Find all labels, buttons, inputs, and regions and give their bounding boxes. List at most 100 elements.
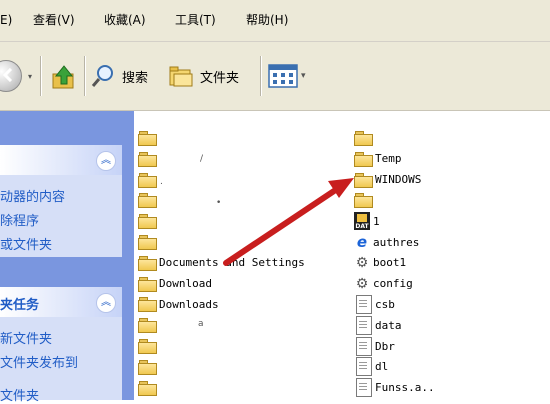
file-item[interactable]: [354, 129, 375, 147]
file-tasks-panel: 夹任务 ︽ 新文件夹 文件夹发布到 文件夹: [0, 287, 122, 404]
back-button[interactable]: [0, 60, 22, 92]
folder-icon: [354, 172, 373, 188]
file-item[interactable]: Dbr: [354, 336, 395, 356]
file-item[interactable]: [138, 337, 159, 355]
folder-icon: [138, 255, 157, 271]
file-item[interactable]: Documents and Settings: [138, 254, 305, 272]
panel-header: ︽: [0, 145, 122, 175]
file-item[interactable]: data: [354, 315, 402, 335]
settings-file-icon: ⚙: [355, 275, 369, 292]
image-artifact: /: [200, 154, 204, 164]
file-item[interactable]: [138, 150, 159, 168]
file-item[interactable]: [138, 358, 159, 376]
views-icon: [268, 64, 298, 88]
folder-icon: [138, 131, 157, 146]
file-item[interactable]: [138, 233, 159, 251]
panel-title: 夹任务: [0, 298, 40, 313]
up-folder-button[interactable]: [50, 64, 78, 92]
file-item[interactable]: ⚙ boot1: [354, 254, 406, 272]
file-item[interactable]: Funss.a..: [354, 378, 435, 398]
file-item[interactable]: DAT 1: [354, 212, 380, 231]
menu-edit[interactable]: E): [0, 0, 12, 41]
folder-icon: [138, 276, 157, 292]
file-name: Download: [159, 277, 212, 291]
task-link-drive-contents[interactable]: 动器的内容: [0, 186, 65, 205]
collapse-chevron-icon[interactable]: ︽: [96, 151, 116, 171]
file-name: Temp: [375, 152, 402, 166]
file-name: authres: [373, 235, 420, 249]
task-link-share-folder[interactable]: 文件夹: [0, 385, 39, 404]
file-item[interactable]: ⚙ config: [354, 275, 413, 293]
back-dropdown-icon[interactable]: ▾: [28, 72, 32, 81]
file-item[interactable]: Temp: [354, 150, 402, 168]
ie-icon: e: [356, 233, 368, 251]
file-item[interactable]: [138, 212, 159, 230]
file-name: Dbr: [375, 339, 395, 353]
file-item[interactable]: WINDOWS: [354, 171, 421, 189]
file-name: Documents and Settings: [159, 256, 305, 270]
folders-button[interactable]: 文件夹: [168, 60, 239, 92]
search-button[interactable]: 搜索: [90, 60, 148, 92]
task-pane: ︽ 动器的内容 除程序 或文件夹 夹任务 ︽ 新文件夹 文件夹发布到 文件夹: [0, 111, 134, 404]
text-file-icon: [356, 315, 372, 335]
folder-icon: [138, 297, 157, 313]
folder-icon: [138, 380, 157, 396]
file-item[interactable]: dl: [354, 357, 388, 377]
task-link-search-files[interactable]: 或文件夹: [0, 234, 52, 253]
file-item[interactable]: [138, 171, 159, 189]
image-artifact: •: [216, 198, 222, 208]
file-name: Downloads: [159, 297, 219, 311]
text-file-icon: [356, 378, 372, 398]
file-name: boot1: [373, 256, 407, 270]
collapse-chevron-icon[interactable]: ︽: [96, 293, 116, 313]
toolbar-separator: [84, 56, 86, 96]
file-item[interactable]: e authres: [354, 233, 419, 251]
folder-icon: [138, 318, 157, 334]
folder-icon: [138, 235, 157, 250]
task-link-publish-folder[interactable]: 文件夹发布到: [0, 352, 78, 371]
file-name: Funss.a..: [375, 381, 435, 395]
toolbar-separator: [40, 56, 42, 96]
dat-file-icon: DAT: [354, 212, 370, 231]
views-button[interactable]: ▾: [268, 60, 306, 92]
text-file-icon: [356, 357, 372, 377]
toolbar: ▾ 搜索 文件夹 ▾: [0, 42, 550, 111]
folder-icon: [138, 339, 157, 354]
menu-favorites[interactable]: 收藏(A): [104, 0, 146, 41]
folders-label: 文件夹: [200, 70, 240, 86]
file-item[interactable]: [138, 129, 159, 147]
file-name: config: [373, 277, 413, 291]
up-folder-icon: [52, 65, 74, 89]
file-name: 1: [373, 214, 380, 228]
file-item[interactable]: [138, 191, 159, 209]
search-label: 搜索: [122, 70, 149, 86]
panel-header: 夹任务 ︽: [0, 287, 122, 317]
file-name: WINDOWS: [375, 173, 422, 187]
file-name: data: [375, 318, 402, 332]
menu-view[interactable]: 查看(V): [33, 0, 75, 41]
file-item[interactable]: Downloads: [138, 295, 219, 313]
folder-icon: [354, 131, 373, 146]
folder-icon: [138, 151, 157, 167]
file-item[interactable]: [354, 191, 375, 209]
system-tasks-panel: ︽ 动器的内容 除程序 或文件夹: [0, 145, 122, 257]
folder-icon: [138, 214, 157, 230]
settings-file-icon: ⚙: [355, 254, 369, 271]
search-icon: [91, 65, 113, 87]
file-name: csb: [375, 297, 395, 311]
file-item[interactable]: csb: [354, 294, 395, 314]
menu-help[interactable]: 帮助(H): [246, 0, 288, 41]
file-item[interactable]: [138, 379, 159, 397]
folders-icon: [169, 66, 193, 87]
views-dropdown-icon: ▾: [301, 71, 306, 81]
file-list: Documents and Settings Download Downloads …: [134, 111, 550, 400]
image-artifact: .: [160, 177, 163, 187]
task-link-remove-program[interactable]: 除程序: [0, 210, 39, 229]
folder-icon: [138, 172, 157, 188]
toolbar-separator: [260, 56, 262, 96]
task-link-new-folder[interactable]: 新文件夹: [0, 328, 52, 347]
file-item[interactable]: [138, 316, 159, 334]
menu-tools[interactable]: 工具(T): [175, 0, 216, 41]
file-item[interactable]: Download: [138, 275, 212, 293]
folder-icon: [138, 193, 157, 209]
